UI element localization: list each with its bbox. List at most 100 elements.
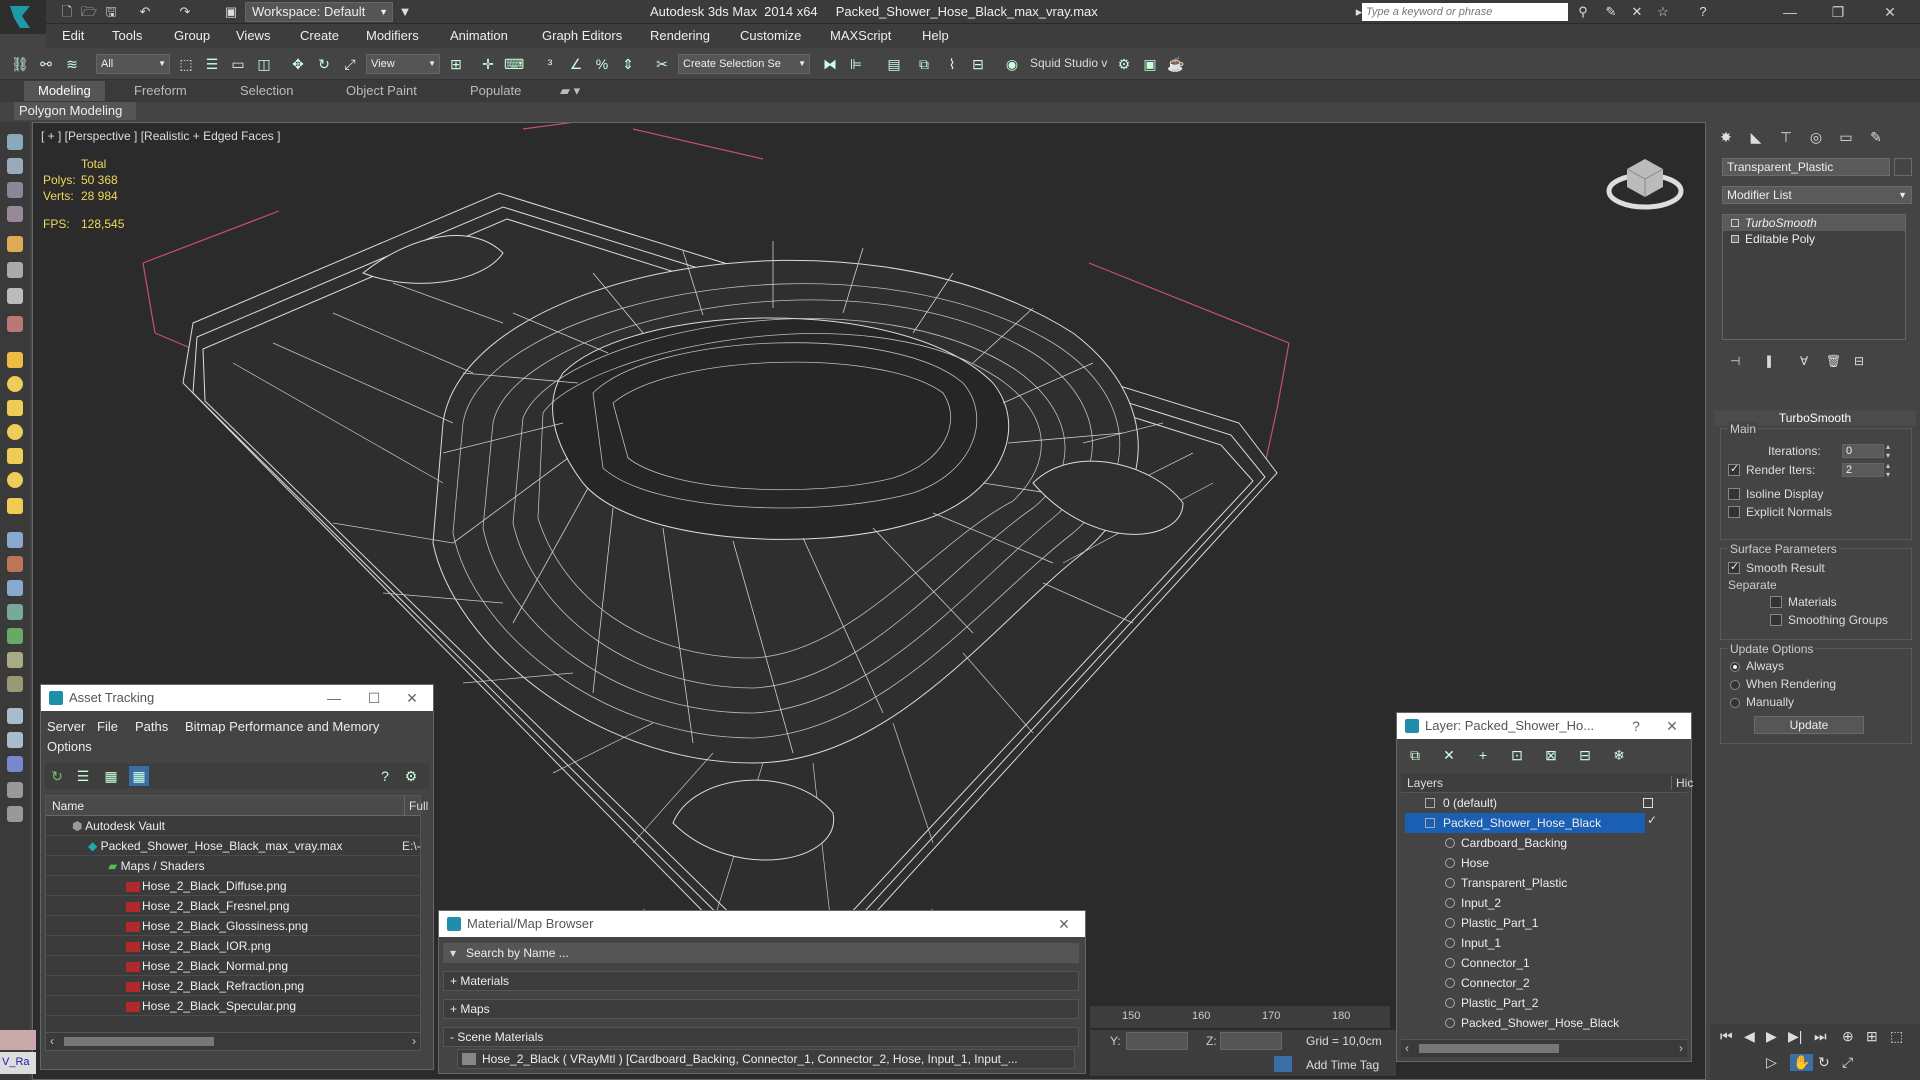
menu-maxscript[interactable]: MAXScript <box>830 28 891 43</box>
create-icon[interactable] <box>7 134 23 150</box>
minimize-button[interactable]: — <box>319 685 349 711</box>
y-coordinate-field[interactable] <box>1126 1032 1188 1050</box>
field-of-view-icon[interactable]: ▷ <box>1766 1054 1777 1071</box>
hierarchy-icon[interactable] <box>7 182 23 198</box>
rendered-frame-icon[interactable]: ▣ <box>1140 54 1160 74</box>
tools-icon[interactable]: ✎ <box>1602 3 1620 21</box>
tool-l-icon[interactable] <box>7 806 23 822</box>
settings-icon[interactable]: ⚙ <box>401 766 421 786</box>
asset-row[interactable]: ⬢ Autodesk Vault <box>46 816 420 836</box>
timeline-ruler[interactable]: 150 160 170 180 <box>1090 1006 1390 1028</box>
help-icon[interactable]: ? <box>1694 3 1712 21</box>
hide-all-layers-icon[interactable]: ⊟ <box>1575 745 1595 765</box>
rect-selection-icon[interactable]: ▭ <box>228 54 248 74</box>
tool-j-icon[interactable] <box>7 756 23 772</box>
box-primitive-icon[interactable] <box>7 352 23 368</box>
menu-group[interactable]: Group <box>174 28 210 43</box>
modifier-list-dropdown[interactable]: Modifier List ▼ <box>1722 186 1912 204</box>
ribbon-panel-polygon-modeling[interactable]: Polygon Modeling <box>14 102 136 120</box>
select-by-name-icon[interactable]: ☰ <box>202 54 222 74</box>
percent-snap-icon[interactable]: % <box>592 54 612 74</box>
minimize-button[interactable]: — <box>1770 0 1810 24</box>
snaps-toggle-icon[interactable]: ³ <box>540 54 560 74</box>
explicit-normals-checkbox[interactable] <box>1728 506 1740 518</box>
reference-coordinate-dropdown[interactable]: View ▼ <box>366 54 440 74</box>
asset-menu-file[interactable]: File <box>97 719 118 734</box>
layers-col-header[interactable]: Layers <box>1407 776 1443 790</box>
window-crossing-icon[interactable]: ◫ <box>254 54 274 74</box>
scale-icon[interactable]: ⤢ <box>340 54 360 74</box>
undo-icon[interactable]: ↶ <box>136 3 154 21</box>
motion-tab-icon[interactable]: ◎ <box>1804 126 1828 148</box>
favorites-star-icon[interactable]: ☆ <box>1654 3 1672 21</box>
tool-b-icon[interactable] <box>7 556 23 572</box>
tab-freeform[interactable]: Freeform <box>134 83 187 98</box>
play-icon[interactable]: ▶ <box>1766 1028 1777 1045</box>
search-input[interactable]: Type a keyword or phrase <box>1362 3 1568 21</box>
layer-horizontal-scrollbar[interactable]: ‹ › <box>1401 1039 1687 1057</box>
asset-menu-paths[interactable]: Paths <box>135 719 168 734</box>
asset-menu-server[interactable]: Server <box>47 719 85 734</box>
go-to-end-icon[interactable]: ⏭ <box>1814 1028 1827 1045</box>
sign-in-icon[interactable]: ✕ <box>1628 3 1646 21</box>
hide-col-header[interactable]: Hic <box>1671 776 1693 790</box>
expand-icon[interactable] <box>1731 235 1739 243</box>
torus-primitive-icon[interactable] <box>7 424 23 440</box>
curve-editor-icon[interactable]: ⌇ <box>942 54 962 74</box>
rotate-icon[interactable]: ↻ <box>314 54 334 74</box>
selection-filter-dropdown[interactable]: All ▼ <box>96 54 170 74</box>
configure-sets-icon[interactable]: ⊟ <box>1854 354 1864 368</box>
hierarchy-tab-icon[interactable]: ⊤ <box>1774 126 1798 148</box>
asset-row[interactable]: Hose_2_Black_Specular.png <box>46 996 420 1016</box>
current-layer-icon[interactable] <box>1643 798 1653 808</box>
menu-modifiers[interactable]: Modifiers <box>366 28 419 43</box>
menu-customize[interactable]: Customize <box>740 28 801 43</box>
time-tag-icon[interactable] <box>1274 1056 1292 1072</box>
light-bulb-icon[interactable] <box>1731 219 1739 227</box>
binoculars-icon[interactable]: ⚲ <box>1574 3 1592 21</box>
utilities-tab-icon[interactable]: ✎ <box>1864 126 1888 148</box>
close-button[interactable]: ✕ <box>1049 911 1079 937</box>
scroll-left-icon[interactable]: ‹ <box>1405 1041 1409 1055</box>
layer-object-row[interactable]: Input_1 <box>1405 933 1645 953</box>
layer-object-row[interactable]: Plastic_Part_1 <box>1405 913 1645 933</box>
go-to-start-icon[interactable]: ⏮ <box>1720 1028 1733 1045</box>
render-iters-checkbox[interactable] <box>1728 462 1740 476</box>
new-file-icon[interactable]: 🗋 <box>58 3 76 21</box>
menu-animation[interactable]: Animation <box>450 28 508 43</box>
project-folder-icon[interactable]: ▣ <box>222 3 240 21</box>
active-layer-check-icon[interactable]: ✓ <box>1647 813 1657 827</box>
iterations-spinner[interactable]: 0 <box>1842 444 1884 458</box>
layer-object-row[interactable]: Hose <box>1405 853 1645 873</box>
maximize-viewport-icon[interactable]: ⤢ <box>1842 1054 1853 1071</box>
display-tab-icon[interactable]: ▭ <box>1834 126 1858 148</box>
scrollbar-thumb[interactable] <box>64 1037 214 1046</box>
app-menu-button[interactable] <box>0 0 46 34</box>
layer-manager-icon[interactable]: ▤ <box>884 54 904 74</box>
sphere-primitive-icon[interactable] <box>7 376 23 392</box>
motion-icon[interactable] <box>7 206 23 222</box>
cone-primitive-icon[interactable] <box>7 448 23 464</box>
camera-icon[interactable] <box>7 262 23 278</box>
layer-row-selected[interactable]: Packed_Shower_Hose_Black <box>1405 813 1645 833</box>
select-object-icon[interactable]: ⬚ <box>176 54 196 74</box>
light-icon[interactable] <box>7 236 23 252</box>
scene-explorer-icon[interactable]: ⧉ <box>914 54 934 74</box>
tool-e-icon[interactable] <box>7 628 23 644</box>
modify-tab-icon[interactable]: ◣ <box>1744 126 1768 148</box>
viewcube-icon[interactable] <box>1605 153 1691 217</box>
object-color-swatch[interactable] <box>1894 158 1912 176</box>
tool-a-icon[interactable] <box>7 532 23 548</box>
viewport-label[interactable]: [ + ] [Perspective ] [Realistic + Edged … <box>41 129 280 143</box>
spinner-arrows-icon[interactable]: ▴ ▾ <box>1886 461 1890 479</box>
show-end-result-icon[interactable]: ∥ <box>1766 354 1772 368</box>
tool-i-icon[interactable] <box>7 732 23 748</box>
scene-material-entry[interactable]: Hose_2_Black ( VRayMtl ) [Cardboard_Back… <box>457 1049 1075 1069</box>
next-frame-icon[interactable]: ▶| <box>1788 1028 1802 1045</box>
col-full-header[interactable]: Full <box>404 796 428 816</box>
menu-tools[interactable]: Tools <box>112 28 142 43</box>
remove-modifier-icon[interactable]: 🗑 <box>1826 354 1841 368</box>
update-button[interactable]: Update <box>1754 716 1864 734</box>
table-view-icon[interactable]: ▦ <box>129 766 149 786</box>
tool-h-icon[interactable] <box>7 708 23 724</box>
